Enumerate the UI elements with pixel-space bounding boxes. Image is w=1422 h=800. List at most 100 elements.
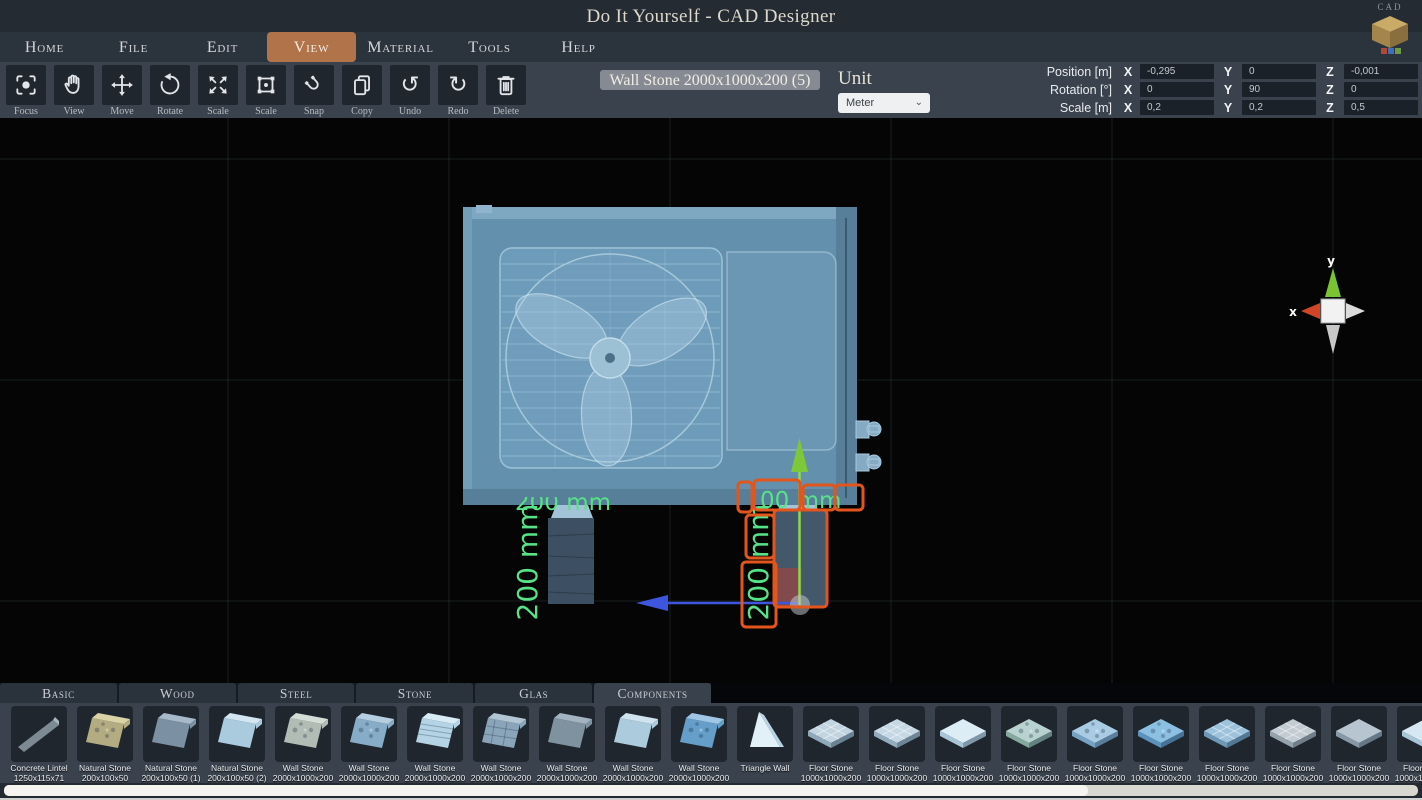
- palette-tile[interactable]: Floor Stone1000x1000x200: [869, 706, 925, 783]
- gizmo-down-cone[interactable]: [1326, 325, 1340, 354]
- palette-tile[interactable]: Floor Stone1000x1000x200: [1001, 706, 1057, 783]
- menu-item-home[interactable]: Home: [0, 32, 89, 62]
- toolbar-scale-rect-button[interactable]: Scale: [246, 65, 286, 117]
- menu-item-file[interactable]: File: [89, 32, 178, 62]
- toolbar-scale-arrows-button[interactable]: Scale: [198, 65, 238, 117]
- unit-dropdown[interactable]: Meter ⌄: [838, 93, 930, 113]
- palette-scrollbar-track[interactable]: [4, 785, 1418, 796]
- palette-tile[interactable]: Floor Stone1000x1000x200: [1331, 706, 1387, 783]
- material-thumbnail: [1067, 706, 1123, 762]
- palette-tile[interactable]: Wall Stone2000x1000x200: [539, 706, 595, 783]
- transform-row-label-position: Position [m]: [1010, 65, 1116, 79]
- move-icon: [102, 65, 142, 105]
- toolbar-hand-button[interactable]: View: [54, 65, 94, 117]
- tab-steel[interactable]: Steel: [238, 683, 355, 703]
- toolbar-button-label: Undo: [390, 106, 430, 117]
- palette-tile[interactable]: Natural Stone200x100x50 (1): [143, 706, 199, 783]
- palette-tile[interactable]: Concrete Lintel1250x115x71: [11, 706, 67, 783]
- material-thumbnail: [935, 706, 991, 762]
- material-label: Triangle Wall: [732, 764, 798, 774]
- material-size: 2000x1000x200: [600, 774, 666, 784]
- palette-scrollbar-thumb[interactable]: [4, 785, 1088, 796]
- toolbar-redo-button[interactable]: ↻Redo: [438, 65, 478, 117]
- toolbar-focus-button[interactable]: Focus: [6, 65, 46, 117]
- svg-text:↻: ↻: [448, 72, 467, 98]
- toolbar-button-label: Copy: [342, 106, 382, 117]
- material-size: 2000x1000x200: [666, 774, 732, 784]
- gizmo-x-cone[interactable]: [1301, 303, 1320, 319]
- palette-tile[interactable]: Floor Stone1000x1000x200: [1265, 706, 1321, 783]
- menu-item-help[interactable]: Help: [534, 32, 623, 62]
- palette-tile[interactable]: Natural Stone200x100x50 (2): [209, 706, 265, 783]
- material-size: 1000x1000x200: [1260, 774, 1326, 784]
- title-bar: Do It Yourself - CAD Designer: [0, 0, 1422, 32]
- scale-z-input[interactable]: [1344, 100, 1418, 115]
- material-size: 1000x1000x200: [864, 774, 930, 784]
- palette-tile[interactable]: Wall Stone2000x1000x200: [473, 706, 529, 783]
- scale-arrows-icon: [198, 65, 238, 105]
- palette-tile[interactable]: Floor Stone1000x1000x200: [803, 706, 859, 783]
- palette-tile[interactable]: Triangle Wall: [737, 706, 793, 783]
- gizmo-center-cube[interactable]: [1321, 299, 1345, 323]
- material-label: Wall Stone2000x1000x200: [600, 764, 666, 783]
- scale-x-input[interactable]: [1140, 100, 1214, 115]
- material-thumbnail: [275, 706, 331, 762]
- material-thumbnail: [1265, 706, 1321, 762]
- toolbar-trash-button[interactable]: Delete: [486, 65, 526, 117]
- orientation-gizmo[interactable]: y x: [1289, 254, 1365, 354]
- palette-tile[interactable]: Wall Stone2000x1000x200: [341, 706, 397, 783]
- toolbar-copy-button[interactable]: Copy: [342, 65, 382, 117]
- ac-unit-model[interactable]: [463, 205, 881, 518]
- material-size: 1000x1000x200: [1326, 774, 1392, 784]
- menu-item-tools[interactable]: Tools: [445, 32, 534, 62]
- tab-glas[interactable]: Glas: [475, 683, 592, 703]
- tab-wood[interactable]: Wood: [119, 683, 236, 703]
- position-x-input[interactable]: [1140, 64, 1214, 79]
- ac-left-leg: [548, 518, 594, 604]
- tab-components[interactable]: Components: [594, 683, 711, 703]
- menu-item-material[interactable]: Material: [356, 32, 445, 62]
- palette-tile[interactable]: Wall Stone2000x1000x200: [671, 706, 727, 783]
- palette-tile[interactable]: Wall Stone2000x1000x200: [605, 706, 661, 783]
- toolbar-magnet-button[interactable]: Snap: [294, 65, 334, 117]
- toolbar-undo-button[interactable]: ↺Undo: [390, 65, 430, 117]
- position-y-input[interactable]: [1242, 64, 1316, 79]
- rotation-y-input[interactable]: [1242, 82, 1316, 97]
- gizmo-x-label: x: [1289, 305, 1297, 319]
- gizmo-y-cone[interactable]: [1325, 268, 1341, 297]
- gizmo-right-cone[interactable]: [1346, 303, 1365, 319]
- viewport-canvas[interactable]: 200 mm 200 mm 200 mm 00 mm: [0, 118, 1422, 683]
- position-z-input[interactable]: [1344, 64, 1418, 79]
- palette-tile[interactable]: Floor Stone1000x1000x200: [1199, 706, 1255, 783]
- material-thumbnail: [209, 706, 265, 762]
- rotation-z-input[interactable]: [1344, 82, 1418, 97]
- palette-tile[interactable]: Floor Stone1000x1000x200: [1397, 706, 1422, 783]
- material-size: 200x100x50 (2): [204, 774, 270, 784]
- material-size: 1000x1000x200: [798, 774, 864, 784]
- menu-item-edit[interactable]: Edit: [178, 32, 267, 62]
- palette-tile[interactable]: Floor Stone1000x1000x200: [1133, 706, 1189, 783]
- axis-letter-y: Y: [1214, 101, 1242, 115]
- scale-y-input[interactable]: [1242, 100, 1316, 115]
- toolbar-rotate-button[interactable]: Rotate: [150, 65, 190, 117]
- tab-basic[interactable]: Basic: [0, 683, 117, 703]
- material-thumbnail: [341, 706, 397, 762]
- palette-tile[interactable]: Wall Stone2000x1000x200: [407, 706, 463, 783]
- menu-item-view[interactable]: View: [267, 32, 356, 62]
- redo-icon: ↻: [438, 65, 478, 105]
- palette-tile[interactable]: Floor Stone1000x1000x200: [1067, 706, 1123, 783]
- rotation-x-input[interactable]: [1140, 82, 1214, 97]
- material-label: Floor Stone1000x1000x200: [1392, 764, 1422, 783]
- tab-stone[interactable]: Stone: [356, 683, 473, 703]
- palette-tile[interactable]: Natural Stone200x100x50: [77, 706, 133, 783]
- axis-letter-x: X: [1116, 83, 1140, 97]
- material-thumbnail: [1199, 706, 1255, 762]
- gizmo-origin-handle[interactable]: [790, 595, 810, 615]
- palette-tile[interactable]: Wall Stone2000x1000x200: [275, 706, 331, 783]
- material-size: 200x100x50: [72, 774, 138, 784]
- material-size: 2000x1000x200: [402, 774, 468, 784]
- toolbar-move-button[interactable]: Move: [102, 65, 142, 117]
- material-label: Wall Stone2000x1000x200: [270, 764, 336, 783]
- palette-tile[interactable]: Floor Stone1000x1000x200: [935, 706, 991, 783]
- chevron-down-icon: ⌄: [915, 93, 923, 113]
